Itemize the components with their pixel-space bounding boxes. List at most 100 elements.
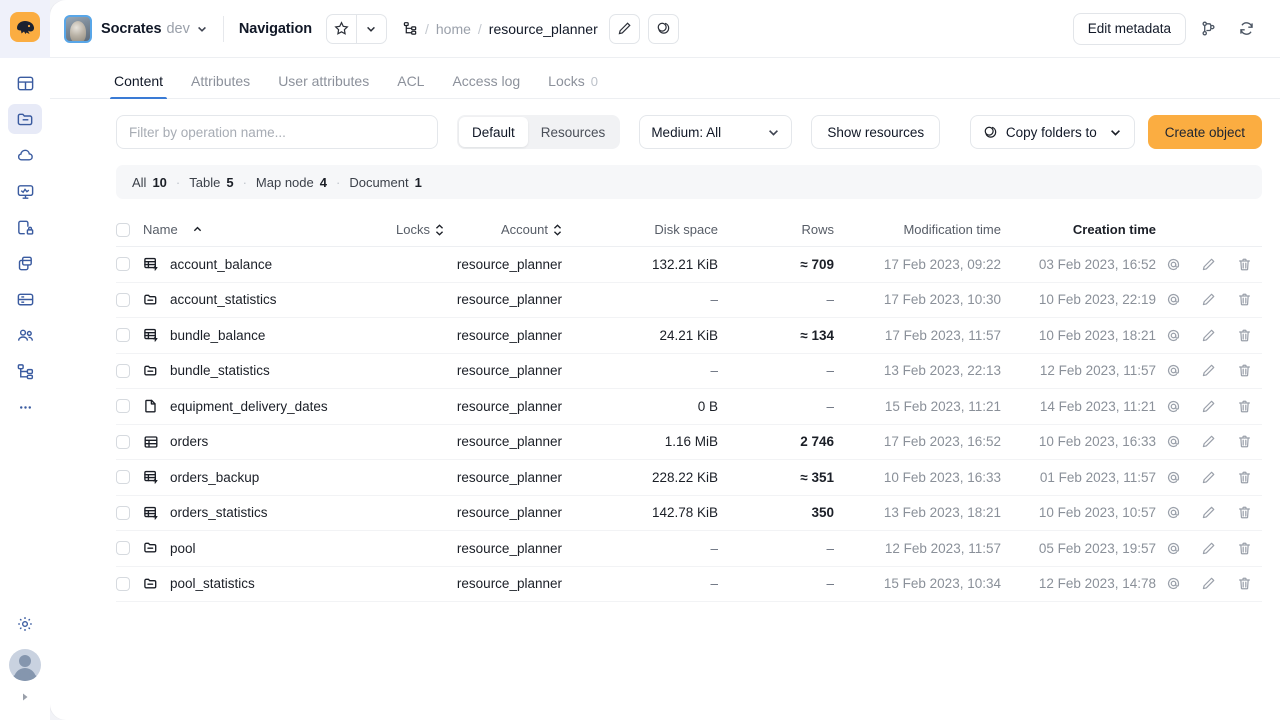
cell-name[interactable]: bundle_balance [143, 327, 366, 343]
column-header-account[interactable]: Account [444, 222, 562, 237]
tab-content[interactable]: Content [109, 73, 168, 99]
sidebar-item-cloud[interactable] [8, 140, 42, 170]
column-header-modification-time[interactable]: Modification time [834, 222, 1001, 237]
pencil-icon[interactable] [1201, 505, 1216, 520]
table-row[interactable]: equipment_delivery_dates resource_planne… [116, 389, 1262, 425]
cell-name[interactable]: orders_backup [143, 469, 366, 485]
link-icon[interactable] [1166, 541, 1181, 556]
pencil-icon[interactable] [1201, 541, 1216, 556]
show-resources-button[interactable]: Show resources [811, 115, 941, 149]
cell-name[interactable]: equipment_delivery_dates [143, 398, 366, 414]
row-checkbox[interactable] [116, 328, 130, 343]
pencil-icon[interactable] [1201, 434, 1216, 449]
segment-default[interactable]: Default [459, 117, 528, 147]
column-header-creation-time[interactable]: Creation time [1001, 222, 1156, 237]
favorite-dropdown-caret[interactable] [356, 13, 387, 44]
pencil-icon[interactable] [1201, 576, 1216, 591]
search-input[interactable] [116, 115, 438, 149]
sidebar-item-monitoring[interactable] [8, 176, 42, 206]
chevron-down-icon[interactable] [196, 23, 208, 35]
cell-name[interactable]: pool [143, 540, 366, 556]
sidebar-item-navigation[interactable] [8, 104, 42, 134]
summary-item-table[interactable]: Table 5 [189, 175, 233, 190]
create-object-button[interactable]: Create object [1147, 115, 1262, 149]
cell-name[interactable]: bundle_statistics [143, 363, 366, 379]
table-row[interactable]: orders_statistics resource_planner 142.7… [116, 496, 1262, 531]
cell-name[interactable]: pool_statistics [143, 576, 366, 592]
trash-icon[interactable] [1237, 434, 1252, 449]
sidebar-item-accounts-security[interactable] [8, 212, 42, 242]
trash-icon[interactable] [1237, 470, 1252, 485]
copy-folders-to-button[interactable]: Copy folders to [969, 115, 1135, 149]
sidebar-item-queries[interactable] [8, 284, 42, 314]
row-checkbox[interactable] [116, 292, 130, 307]
cell-name[interactable]: account_statistics [143, 292, 366, 308]
cell-name[interactable]: account_balance [143, 256, 366, 272]
edit-path-button[interactable] [608, 13, 640, 44]
row-checkbox[interactable] [116, 470, 130, 485]
gear-icon[interactable] [10, 609, 40, 639]
row-checkbox[interactable] [116, 576, 130, 591]
row-checkbox[interactable] [116, 505, 130, 520]
sidebar-item-scheduler[interactable] [8, 356, 42, 386]
row-checkbox[interactable] [116, 399, 130, 414]
copy-path-button[interactable] [647, 13, 679, 44]
column-header-disk-space[interactable]: Disk space [562, 222, 718, 237]
column-header-name[interactable]: Name [143, 222, 366, 237]
link-icon[interactable] [1166, 576, 1181, 591]
pencil-icon[interactable] [1201, 328, 1216, 343]
summary-item-document[interactable]: Document 1 [349, 175, 421, 190]
table-row[interactable]: bundle_balance resource_planner 24.21 Ki… [116, 318, 1262, 354]
tab-locks[interactable]: Locks 0 [548, 73, 598, 98]
trash-icon[interactable] [1237, 363, 1252, 378]
refresh-icon[interactable] [1230, 13, 1262, 45]
trash-icon[interactable] [1237, 541, 1252, 556]
link-icon[interactable] [1166, 505, 1181, 520]
link-icon[interactable] [1166, 434, 1181, 449]
trash-icon[interactable] [1237, 576, 1252, 591]
breadcrumb-item-home[interactable]: home [436, 21, 471, 37]
star-icon[interactable] [325, 13, 357, 44]
pencil-icon[interactable] [1201, 399, 1216, 414]
link-icon[interactable] [1166, 399, 1181, 414]
row-checkbox[interactable] [116, 363, 130, 378]
cell-name[interactable]: orders_statistics [143, 505, 366, 521]
edit-metadata-button[interactable]: Edit metadata [1072, 12, 1186, 45]
table-row[interactable]: orders_backup resource_planner 228.22 Ki… [116, 460, 1262, 496]
trash-icon[interactable] [1237, 257, 1252, 272]
row-checkbox[interactable] [116, 257, 130, 272]
chevron-right-icon[interactable] [19, 691, 31, 706]
column-header-rows[interactable]: Rows [718, 222, 834, 237]
table-row[interactable]: pool_statistics resource_planner – – 15 … [116, 567, 1262, 602]
tab-attributes[interactable]: Attributes [191, 73, 250, 98]
link-icon[interactable] [1166, 292, 1181, 307]
table-row[interactable]: bundle_statistics resource_planner – – 1… [116, 354, 1262, 389]
breadcrumb-item-current[interactable]: resource_planner [489, 21, 598, 37]
column-header-locks[interactable]: Locks [366, 222, 444, 237]
select-all-checkbox[interactable] [116, 222, 130, 237]
table-row[interactable]: account_balance resource_planner 132.21 … [116, 247, 1262, 283]
avatar[interactable] [9, 649, 41, 681]
medium-select[interactable]: Medium: All [639, 115, 793, 149]
tab-access-log[interactable]: Access log [452, 73, 520, 98]
sidebar-item-users[interactable] [8, 320, 42, 350]
tab-acl[interactable]: ACL [397, 73, 424, 98]
trash-icon[interactable] [1237, 328, 1252, 343]
sidebar-item-more[interactable] [8, 392, 42, 422]
sidebar-item-storage[interactable] [8, 248, 42, 278]
pencil-icon[interactable] [1201, 257, 1216, 272]
table-row[interactable]: orders resource_planner 1.16 MiB 2 746 1… [116, 425, 1262, 460]
branch-icon[interactable] [1192, 13, 1224, 45]
link-icon[interactable] [1166, 363, 1181, 378]
trash-icon[interactable] [1237, 399, 1252, 414]
row-checkbox[interactable] [116, 541, 130, 556]
trash-icon[interactable] [1237, 292, 1252, 307]
pencil-icon[interactable] [1201, 470, 1216, 485]
link-icon[interactable] [1166, 257, 1181, 272]
cell-name[interactable]: orders [143, 434, 366, 450]
link-icon[interactable] [1166, 470, 1181, 485]
row-checkbox[interactable] [116, 434, 130, 449]
table-row[interactable]: account_statistics resource_planner – – … [116, 283, 1262, 318]
tab-user-attributes[interactable]: User attributes [278, 73, 369, 98]
segment-resources[interactable]: Resources [528, 117, 619, 147]
